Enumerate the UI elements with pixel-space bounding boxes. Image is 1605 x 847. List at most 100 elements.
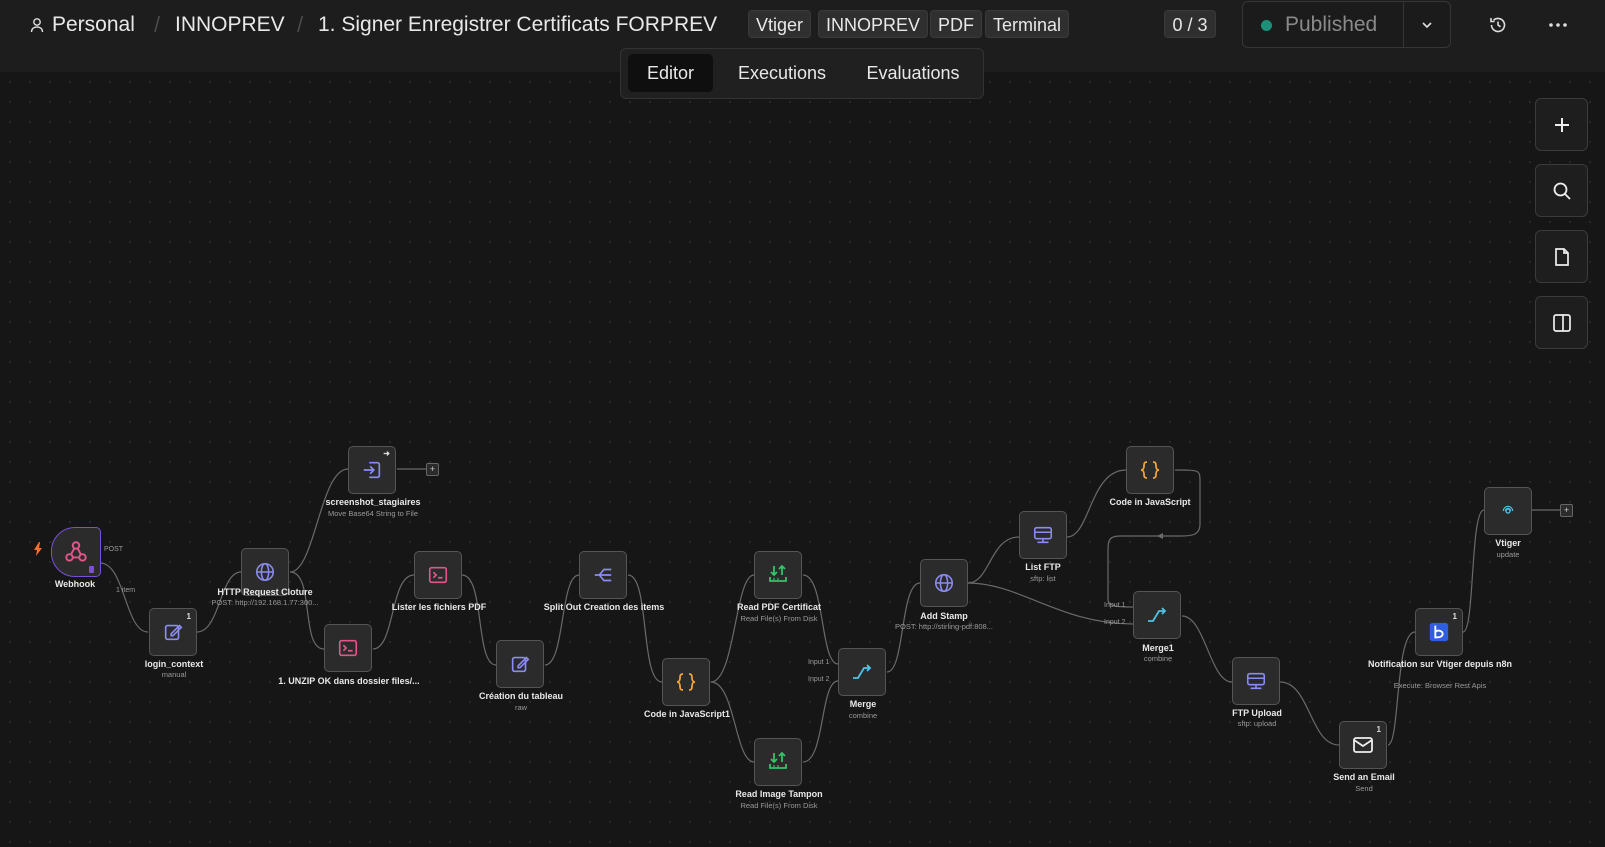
- node-creation-tableau[interactable]: [496, 640, 544, 688]
- tag-vtiger[interactable]: Vtiger: [748, 10, 812, 38]
- ftp-icon: [1246, 672, 1266, 690]
- publish-control: Published: [1242, 1, 1451, 48]
- node-subtitle: Send: [1355, 784, 1373, 793]
- tag-terminal[interactable]: Terminal: [985, 10, 1070, 38]
- breadcrumb-personal[interactable]: Personal: [52, 12, 135, 38]
- sticky-note-button[interactable]: [1535, 230, 1588, 283]
- merge-icon: [853, 664, 872, 679]
- search-nodes-button[interactable]: [1535, 164, 1588, 217]
- node-notification-vtiger[interactable]: 1: [1415, 608, 1463, 656]
- edge-item-count: 1 item: [116, 587, 136, 594]
- node-title: List FTP: [1025, 562, 1061, 572]
- tag-pdf[interactable]: PDF: [930, 10, 982, 38]
- chevron-down-icon: [1422, 21, 1432, 28]
- mail-icon: [1353, 737, 1373, 753]
- node-title: Création du tableau: [478, 691, 563, 701]
- node-lister-fichiers-pdf[interactable]: [414, 551, 462, 599]
- add-node-plus-icon[interactable]: +: [426, 463, 439, 476]
- tab-evaluations[interactable]: Evaluations: [851, 54, 975, 92]
- browserless-icon: [1429, 622, 1449, 642]
- node-subtitle: Read File(s) From Disk: [740, 801, 818, 810]
- plus-icon: [1554, 117, 1569, 132]
- node-title: Merge1: [1142, 643, 1174, 653]
- node-title: Add Stamp: [920, 611, 968, 621]
- node-title: Vtiger: [1495, 538, 1521, 548]
- evaluation-counter[interactable]: 0 / 3: [1164, 10, 1216, 38]
- pin-icon: [89, 566, 94, 573]
- sticky-note-icon: [1554, 247, 1569, 266]
- node-send-email[interactable]: 1: [1339, 721, 1387, 769]
- node-subtitle: POST: http://stirling-pdf:808...: [895, 622, 993, 631]
- node-title: Code in JavaScript: [1109, 497, 1191, 507]
- more-options-icon[interactable]: [1545, 12, 1571, 38]
- tab-executions[interactable]: Executions: [721, 54, 843, 92]
- edit-icon: [511, 656, 530, 673]
- add-node-plus-icon[interactable]: +: [1560, 504, 1573, 517]
- status-dot-icon: [1261, 20, 1272, 31]
- workflow-canvas[interactable]: Webhook POST 1 item 1 login_context manu…: [0, 72, 1605, 847]
- node-badge: 1: [186, 612, 191, 621]
- view-tabs: Editor Executions Evaluations: [620, 48, 984, 99]
- history-icon[interactable]: [1485, 12, 1511, 38]
- split-icon: [594, 568, 612, 582]
- publish-button[interactable]: Published: [1243, 2, 1404, 47]
- node-title: Notification sur Vtiger depuis n8n: [1367, 659, 1512, 669]
- node-ftp-upload[interactable]: [1232, 657, 1280, 705]
- node-webhook[interactable]: [51, 527, 101, 577]
- node-read-image-tampon[interactable]: [754, 738, 802, 786]
- terminal-icon: [428, 566, 448, 584]
- node-unzip[interactable]: [324, 624, 372, 672]
- node-login-context[interactable]: 1: [149, 608, 197, 656]
- node-screenshot-stagiaires[interactable]: ➜: [348, 446, 396, 494]
- node-vtiger[interactable]: [1484, 487, 1532, 535]
- node-title: Merge: [849, 699, 877, 709]
- node-subtitle: Execute: Browser Rest Apis: [1393, 681, 1487, 690]
- breadcrumb-separator: /: [154, 12, 161, 37]
- node-code-javascript1[interactable]: [662, 658, 710, 706]
- workflow-title[interactable]: 1. Signer Enregistrer Certificats FORPRE…: [318, 12, 717, 38]
- node-add-stamp[interactable]: [920, 559, 968, 607]
- code-braces-icon: [676, 673, 696, 691]
- publish-dropdown-button[interactable]: [1403, 2, 1451, 47]
- edit-icon: [164, 624, 183, 641]
- tab-editor[interactable]: Editor: [628, 54, 713, 92]
- node-list-ftp[interactable]: [1019, 511, 1067, 559]
- node-subtitle: combine: [1143, 654, 1173, 663]
- globe-icon: [255, 562, 275, 582]
- node-badge: 1: [1376, 725, 1381, 734]
- node-subtitle: combine: [848, 711, 878, 720]
- toggle-panel-button[interactable]: [1535, 296, 1588, 349]
- node-read-pdf-certificat[interactable]: [754, 551, 802, 599]
- breadcrumb-project[interactable]: INNOPREV: [175, 12, 285, 38]
- node-title: FTP Upload: [1232, 708, 1282, 718]
- node-title: Code in JavaScript1: [643, 709, 731, 719]
- arrow-right-icon: ➜: [383, 449, 390, 458]
- node-subtitle: sftp: upload: [1237, 719, 1277, 728]
- node-title: Lister les fichiers PDF: [391, 602, 487, 612]
- node-subtitle: POST: http://192.168.1.77:300...: [211, 598, 319, 607]
- input-label: Input 1: [808, 659, 830, 666]
- ftp-icon: [1033, 526, 1053, 544]
- node-subtitle: Read File(s) From Disk: [740, 614, 818, 623]
- file-convert-icon: [363, 461, 381, 479]
- breadcrumb-separator: /: [297, 12, 304, 37]
- node-split-out[interactable]: [579, 551, 627, 599]
- node-title: 1. UNZIP OK dans dossier files/...: [278, 676, 420, 686]
- webhook-output-label: POST: [104, 546, 124, 553]
- globe-icon: [934, 573, 954, 593]
- node-subtitle: raw: [514, 703, 528, 712]
- node-title: login_context: [144, 659, 204, 669]
- node-title: HTTP Request Cloture: [217, 587, 313, 597]
- publish-status-label: Published: [1285, 13, 1378, 36]
- tag-innoprev[interactable]: INNOPREV: [818, 10, 929, 38]
- node-code-javascript[interactable]: [1126, 446, 1174, 494]
- trigger-bolt-icon: [33, 542, 43, 561]
- node-merge1[interactable]: [1133, 591, 1181, 639]
- input-label: Input 2: [808, 676, 830, 683]
- input-label: Input 1: [1104, 602, 1126, 609]
- add-node-button[interactable]: [1535, 98, 1588, 151]
- node-merge[interactable]: [838, 648, 886, 696]
- node-subtitle: update: [1496, 550, 1520, 559]
- merge-icon: [1148, 607, 1167, 622]
- node-badge: 1: [1452, 612, 1457, 621]
